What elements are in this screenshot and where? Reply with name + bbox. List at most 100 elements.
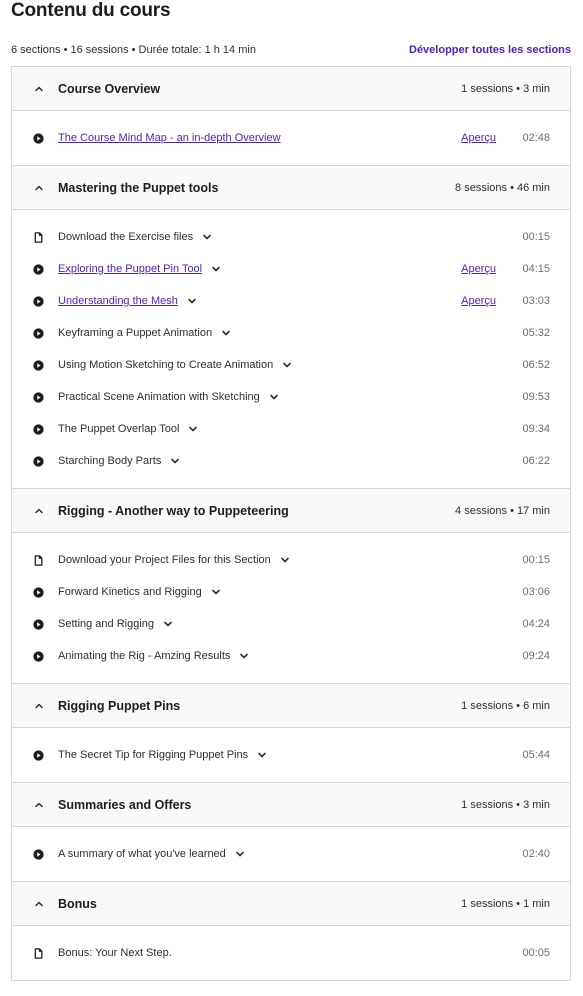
chevron-down-icon[interactable] — [210, 263, 222, 275]
section-lectures: Bonus: Your Next Step. 00:05 — [12, 926, 570, 981]
section-meta: 1 sessions • 3 min — [461, 82, 550, 95]
file-icon — [32, 554, 44, 566]
section-lectures: The Secret Tip for Rigging Puppet Pins 05… — [12, 728, 570, 783]
chevron-down-icon[interactable] — [220, 327, 232, 339]
play-circle-icon — [32, 586, 44, 598]
section-lectures: A summary of what you've learned 02:40 — [12, 827, 570, 882]
section-header[interactable]: Bonus 1 sessions • 1 min — [12, 882, 570, 926]
lecture-title: Bonus: Your Next Step. — [58, 947, 172, 959]
chevron-down-icon[interactable] — [279, 554, 291, 566]
lecture-item: A summary of what you've learned 02:40 — [12, 838, 570, 870]
expand-all-sections-button[interactable]: Développer toutes les sections — [409, 44, 571, 56]
play-circle-icon — [32, 749, 44, 761]
lecture-item[interactable]: Understanding the Mesh Aperçu 03:03 — [12, 285, 570, 317]
section-title: Bonus — [58, 896, 97, 911]
lecture-title: A summary of what you've learned — [58, 848, 226, 860]
play-circle-icon — [32, 263, 44, 275]
section-meta: 1 sessions • 1 min — [461, 897, 550, 910]
section-header[interactable]: Rigging Puppet Pins 1 sessions • 6 min — [12, 684, 570, 728]
chevron-down-icon[interactable] — [268, 391, 280, 403]
preview-link[interactable]: Aperçu — [461, 295, 496, 307]
play-circle-icon — [32, 848, 44, 860]
lecture-item: Keyframing a Puppet Animation 05:32 — [12, 317, 570, 349]
lecture-item[interactable]: The Course Mind Map - an in-depth Overvi… — [12, 122, 570, 154]
lecture-duration: 09:24 — [522, 650, 550, 662]
section-title: Mastering the Puppet tools — [58, 180, 219, 195]
section-header[interactable]: Course Overview 1 sessions • 3 min — [12, 67, 570, 111]
chevron-up-icon — [34, 701, 44, 711]
lecture-item: Download the Exercise files 00:15 — [12, 221, 570, 253]
section-meta: 1 sessions • 6 min — [461, 699, 550, 712]
chevron-down-icon[interactable] — [162, 618, 174, 630]
lecture-duration: 06:22 — [522, 455, 550, 467]
lecture-title: Download the Exercise files — [58, 231, 194, 243]
lecture-duration: 04:15 — [522, 263, 550, 275]
play-circle-icon — [32, 618, 44, 630]
lecture-title: Forward Kinetics and Rigging — [58, 586, 202, 598]
lecture-item: Practical Scene Animation with Sketching… — [12, 381, 570, 413]
chevron-down-icon[interactable] — [169, 455, 181, 467]
section-header[interactable]: Summaries and Offers 1 sessions • 3 min — [12, 783, 570, 827]
preview-link[interactable]: Aperçu — [461, 263, 496, 275]
lecture-item: Setting and Rigging 04:24 — [12, 608, 570, 640]
chevron-up-icon — [34, 800, 44, 810]
chevron-down-icon[interactable] — [238, 650, 250, 662]
chevron-down-icon[interactable] — [187, 423, 199, 435]
lecture-duration: 00:15 — [522, 231, 550, 243]
chevron-up-icon — [34, 183, 44, 193]
lecture-title: Download your Project Files for this Sec… — [58, 554, 271, 566]
course-curriculum: Course Overview 1 sessions • 3 min The Cou… — [11, 66, 571, 981]
lecture-title[interactable]: The Course Mind Map - an in-depth Overvi… — [58, 132, 281, 144]
section-header[interactable]: Rigging - Another way to Puppeteering 4 s… — [12, 489, 570, 533]
section-lectures: Download your Project Files for this Sec… — [12, 533, 570, 684]
lecture-title[interactable]: Exploring the Puppet Pin Tool — [58, 263, 202, 275]
lecture-duration: 02:48 — [522, 132, 550, 144]
lecture-title: The Puppet Overlap Tool — [58, 423, 180, 435]
lecture-item: Download your Project Files for this Sec… — [12, 544, 570, 576]
lecture-item: Animating the Rig - Amzing Results 09:24 — [12, 640, 570, 672]
lecture-duration: 09:53 — [522, 391, 550, 403]
play-circle-icon — [32, 359, 44, 371]
lecture-item: The Secret Tip for Rigging Puppet Pins 05… — [12, 739, 570, 771]
chevron-down-icon[interactable] — [281, 359, 293, 371]
chevron-down-icon[interactable] — [201, 231, 213, 243]
preview-link[interactable]: Aperçu — [461, 132, 496, 144]
chevron-up-icon — [34, 506, 44, 516]
lecture-item: Starching Body Parts 06:22 — [12, 445, 570, 477]
lecture-duration: 05:32 — [522, 327, 550, 339]
section-header[interactable]: Mastering the Puppet tools 8 sessions • 4… — [12, 166, 570, 210]
lecture-title: Setting and Rigging — [58, 618, 155, 630]
chevron-up-icon — [34, 899, 44, 909]
chevron-down-icon[interactable] — [186, 295, 198, 307]
lecture-title: Animating the Rig - Amzing Results — [58, 650, 231, 662]
lecture-title: Practical Scene Animation with Sketching — [58, 391, 260, 403]
chevron-down-icon[interactable] — [234, 848, 246, 860]
chevron-up-icon — [34, 84, 44, 94]
section-meta: 1 sessions • 3 min — [461, 798, 550, 811]
chevron-down-icon[interactable] — [256, 749, 268, 761]
section-meta: 8 sessions • 46 min — [455, 181, 550, 194]
chevron-down-icon[interactable] — [210, 586, 222, 598]
lecture-title[interactable]: Understanding the Mesh — [58, 295, 178, 307]
course-summary: 6 sections • 16 sessions • Durée totale:… — [11, 44, 256, 56]
file-icon — [32, 947, 44, 959]
page-title: Contenu du cours — [11, 0, 171, 21]
lecture-duration: 00:05 — [522, 947, 550, 959]
file-icon — [32, 231, 44, 243]
lecture-item[interactable]: Exploring the Puppet Pin Tool Aperçu 04:15 — [12, 253, 570, 285]
lecture-item: Bonus: Your Next Step. 00:05 — [12, 937, 570, 969]
section-lectures: Download the Exercise files 00:15 Explorin… — [12, 210, 570, 489]
play-circle-icon — [32, 327, 44, 339]
section-title: Course Overview — [58, 81, 161, 96]
play-circle-icon — [32, 391, 44, 403]
course-summary-row: 6 sections • 16 sessions • Durée totale:… — [11, 42, 571, 58]
section-lectures: The Course Mind Map - an in-depth Overvi… — [12, 111, 570, 166]
lecture-duration: 00:15 — [522, 554, 550, 566]
section-meta: 4 sessions • 17 min — [455, 504, 550, 517]
lecture-item: Forward Kinetics and Rigging 03:06 — [12, 576, 570, 608]
lecture-duration: 06:52 — [522, 359, 550, 371]
play-circle-icon — [32, 455, 44, 467]
section-title: Rigging - Another way to Puppeteering — [58, 503, 289, 518]
section-title: Summaries and Offers — [58, 797, 192, 812]
lecture-duration: 04:24 — [522, 618, 550, 630]
